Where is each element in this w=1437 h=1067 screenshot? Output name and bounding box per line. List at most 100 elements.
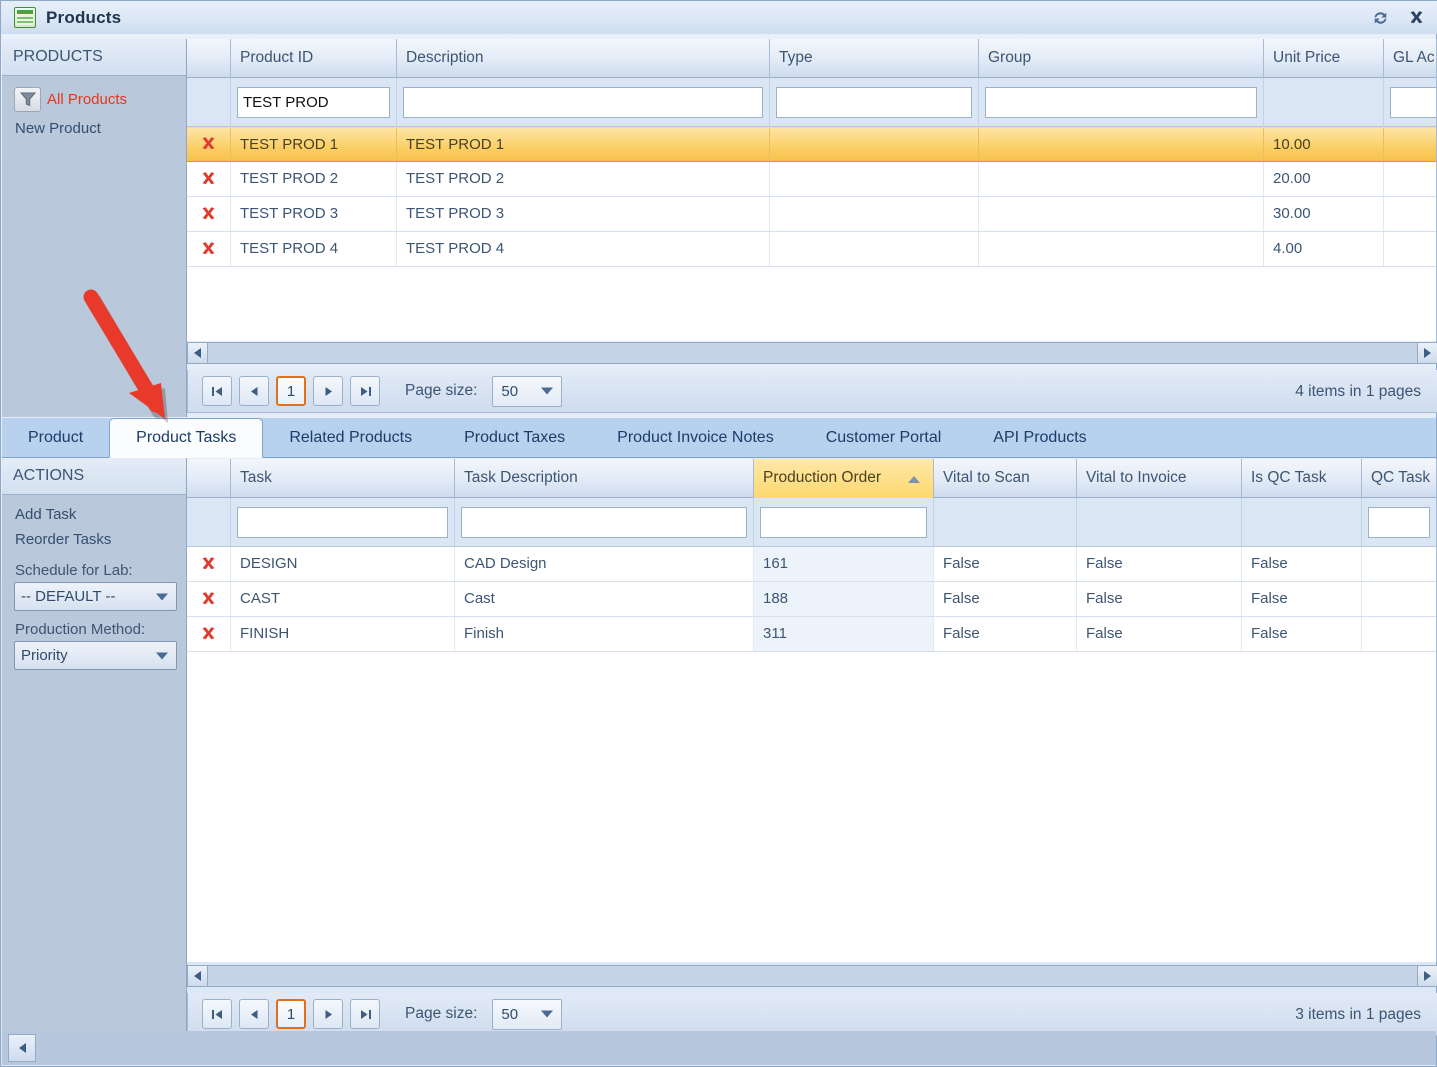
scroll-left-icon[interactable] [188, 966, 208, 986]
chevron-down-icon [156, 652, 168, 659]
column-header-task[interactable]: Task [231, 459, 455, 498]
column-header-description[interactable]: Description [397, 39, 770, 78]
filter-input-task[interactable] [237, 507, 448, 538]
column-header-qc-task[interactable]: QC Task [1362, 459, 1436, 498]
delete-x-icon[interactable] [187, 162, 231, 196]
first-page-icon[interactable] [202, 999, 232, 1029]
last-page-icon[interactable] [350, 376, 380, 406]
column-header-unit-price[interactable]: Unit Price [1264, 39, 1384, 78]
next-page-icon[interactable] [313, 999, 343, 1029]
column-header-is-qc-task[interactable]: Is QC Task [1242, 459, 1362, 498]
sidebar-item-new-product[interactable]: New Product [2, 116, 186, 141]
delete-x-icon[interactable] [187, 197, 231, 231]
delete-x-icon[interactable] [187, 617, 231, 651]
cell-task-description: Cast [455, 582, 754, 616]
cell-group [979, 162, 1264, 196]
table-row[interactable]: TEST PROD 4 TEST PROD 4 4.00 [187, 232, 1436, 267]
page-size-label: Page size: [405, 382, 478, 399]
delete-x-icon[interactable] [187, 582, 231, 616]
filter-input-product-id[interactable] [237, 87, 390, 118]
filter-input-gl-account[interactable] [1390, 87, 1436, 118]
cell-task-description: Finish [455, 617, 754, 651]
filter-input-production-order[interactable] [760, 507, 927, 538]
refresh-icon[interactable] [1371, 9, 1390, 27]
column-header-vital-to-scan[interactable]: Vital to Scan [934, 459, 1077, 498]
cell-unit-price: 10.00 [1264, 128, 1384, 161]
previous-page-icon[interactable] [239, 999, 269, 1029]
filter-cell-delete [187, 78, 231, 127]
tab-product-tasks[interactable]: Product Tasks [109, 418, 264, 458]
table-row[interactable]: TEST PROD 3 TEST PROD 3 30.00 [187, 197, 1436, 232]
cell-gl-account [1384, 128, 1436, 161]
column-header-product-id[interactable]: Product ID [231, 39, 397, 78]
tab-api-products[interactable]: API Products [967, 419, 1112, 457]
delete-x-icon[interactable] [187, 547, 231, 581]
products-grid-hscrollbar[interactable] [187, 342, 1437, 364]
table-row[interactable]: DESIGN CAD Design 161 False False False [187, 547, 1436, 582]
sidebar-item-reorder-tasks[interactable]: Reorder Tasks [2, 527, 186, 552]
filter-cell-delete [187, 498, 231, 547]
sidebar-item-all-products[interactable]: All Products [2, 83, 186, 116]
schedule-for-lab-select[interactable]: -- DEFAULT -- [14, 582, 177, 611]
scroll-left-icon[interactable] [188, 343, 208, 363]
window-title-bar: Products [1, 1, 1437, 34]
first-page-icon[interactable] [202, 376, 232, 406]
previous-page-icon[interactable] [239, 376, 269, 406]
cell-gl-account [1384, 197, 1436, 231]
table-row[interactable]: FINISH Finish 311 False False False [187, 617, 1436, 652]
column-header-vital-to-invoice[interactable]: Vital to Invoice [1077, 459, 1242, 498]
window-controls [1371, 1, 1426, 34]
table-row[interactable]: CAST Cast 188 False False False [187, 582, 1436, 617]
scroll-right-icon[interactable] [1417, 966, 1437, 986]
delete-x-icon[interactable] [187, 128, 231, 161]
tab-product-taxes[interactable]: Product Taxes [438, 419, 591, 457]
filter-input-task-description[interactable] [461, 507, 747, 538]
products-grid-pager: 1 Page size: 50 4 items in 1 pages [187, 370, 1437, 413]
tab-product[interactable]: Product [2, 419, 109, 457]
cell-qc-task [1362, 617, 1436, 651]
last-page-icon[interactable] [350, 999, 380, 1029]
cell-vital-to-scan: False [934, 617, 1077, 651]
tab-customer-portal[interactable]: Customer Portal [800, 419, 968, 457]
tasks-grid-hscrollbar[interactable] [187, 965, 1437, 987]
next-page-icon[interactable] [313, 376, 343, 406]
sort-ascending-icon [908, 476, 920, 483]
column-header-group[interactable]: Group [979, 39, 1264, 78]
column-header-gl-account[interactable]: GL Ac [1384, 39, 1436, 78]
cell-qc-task [1362, 582, 1436, 616]
cell-task: DESIGN [231, 547, 455, 581]
filter-input-group[interactable] [985, 87, 1257, 118]
close-icon[interactable] [1407, 9, 1426, 27]
page-number-1[interactable]: 1 [276, 376, 306, 406]
tab-product-invoice-notes[interactable]: Product Invoice Notes [591, 419, 800, 457]
page-size-select[interactable]: 50 [492, 375, 563, 407]
scroll-track[interactable] [208, 966, 1417, 986]
delete-x-icon[interactable] [187, 232, 231, 266]
production-method-value: Priority [21, 647, 68, 664]
table-row[interactable]: TEST PROD 2 TEST PROD 2 20.00 [187, 162, 1436, 197]
sidebar-item-add-task[interactable]: Add Task [2, 502, 186, 527]
cell-vital-to-scan: False [934, 582, 1077, 616]
cell-vital-to-invoice: False [1077, 547, 1242, 581]
filter-input-type[interactable] [776, 87, 972, 118]
window-hscrollbar[interactable] [2, 1031, 1436, 1065]
production-method-select[interactable]: Priority [14, 641, 177, 670]
filter-input-qc-task[interactable] [1368, 507, 1430, 538]
table-row[interactable]: TEST PROD 1 TEST PROD 1 10.00 [187, 127, 1436, 162]
actions-sidebar: ACTIONS Add Task Reorder Tasks Schedule … [2, 458, 187, 1032]
cell-type [770, 197, 979, 231]
schedule-for-lab-label: Schedule for Lab: [15, 562, 133, 579]
cell-gl-account [1384, 162, 1436, 196]
column-header-task-description[interactable]: Task Description [455, 459, 754, 498]
filter-input-description[interactable] [403, 87, 763, 118]
scroll-left-icon[interactable] [8, 1034, 36, 1062]
page-size-value: 50 [501, 382, 519, 400]
column-header-production-order[interactable]: Production Order [754, 459, 934, 498]
page-size-select[interactable]: 50 [492, 998, 563, 1030]
column-header-type[interactable]: Type [770, 39, 979, 78]
scroll-right-icon[interactable] [1417, 343, 1437, 363]
chevron-down-icon [156, 593, 168, 600]
tab-related-products[interactable]: Related Products [263, 419, 438, 457]
scroll-track[interactable] [208, 343, 1417, 363]
page-number-1[interactable]: 1 [276, 999, 306, 1029]
